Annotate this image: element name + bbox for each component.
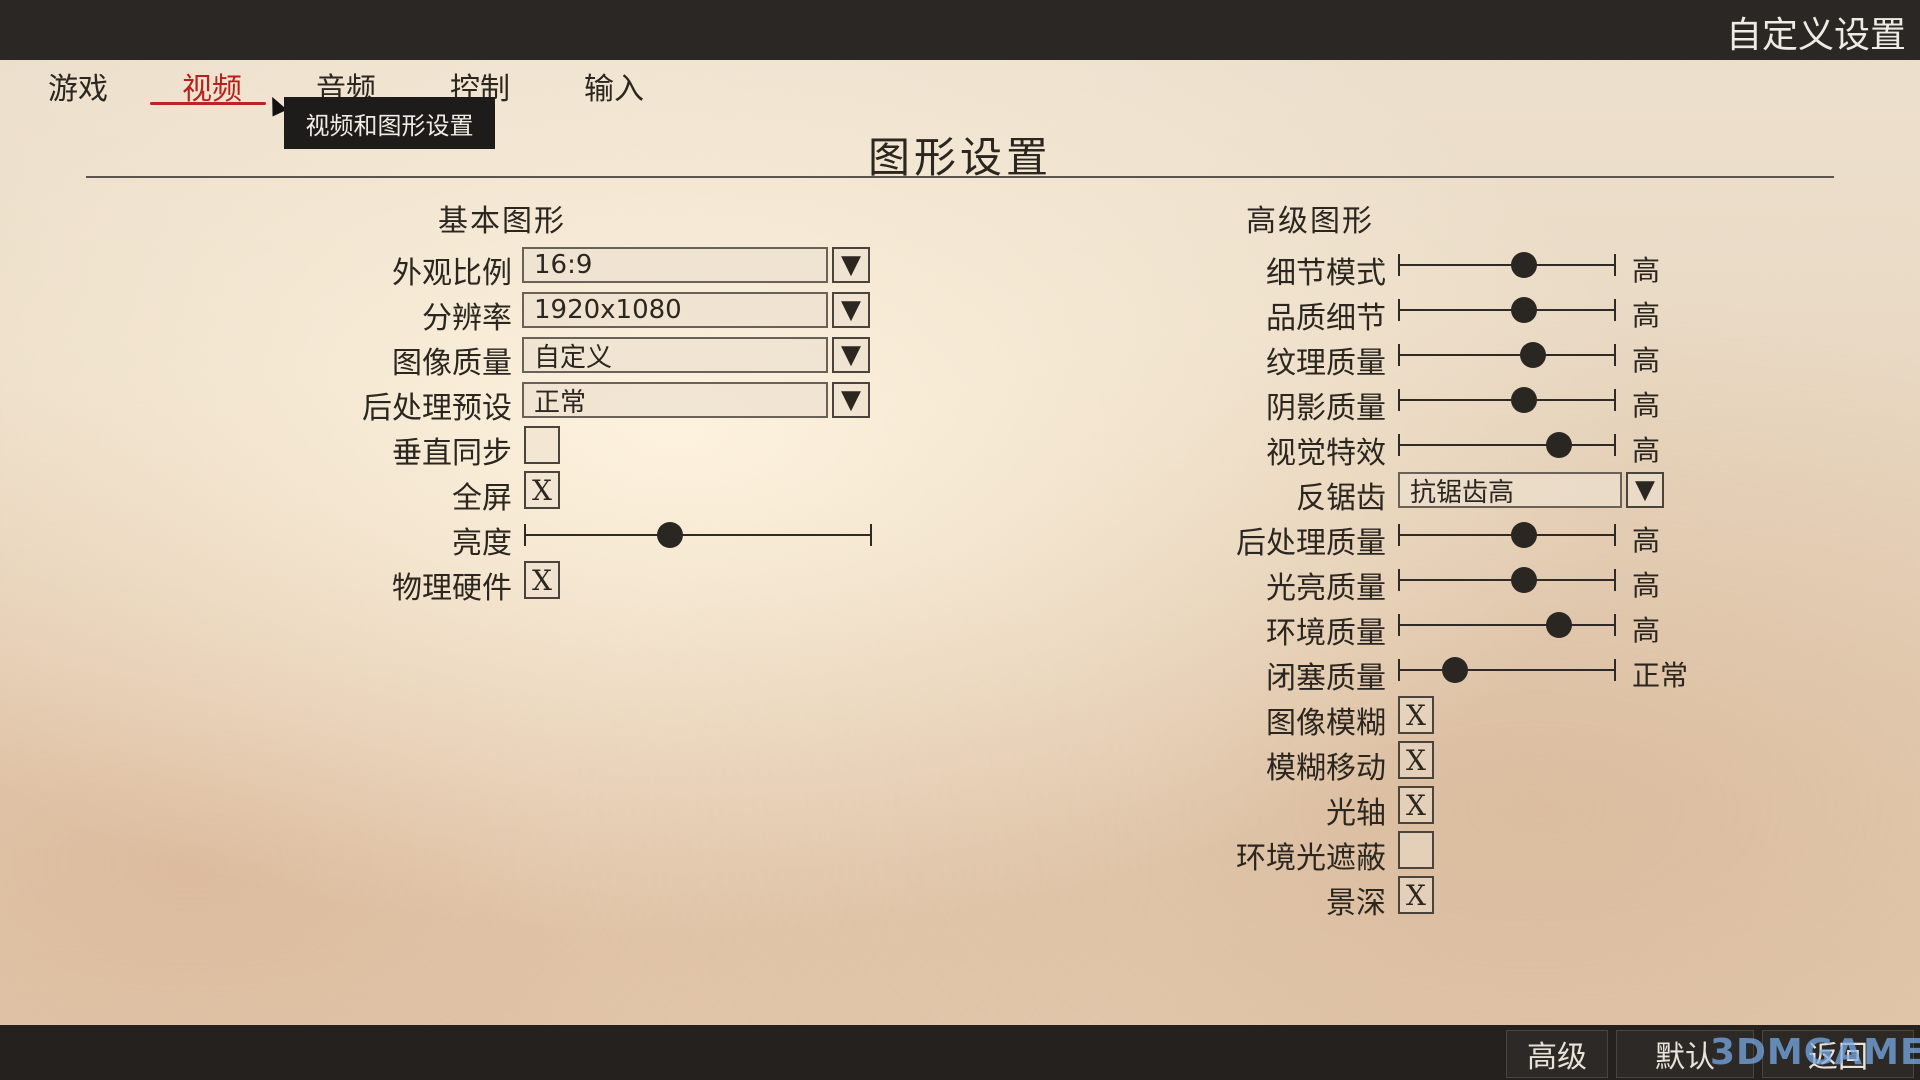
physics-hardware-label: 物理硬件 xyxy=(392,571,512,606)
postprocess-quality-slider[interactable] xyxy=(1398,522,1616,548)
brightness-label: 亮度 xyxy=(452,526,512,561)
depth-of-field-checkbox[interactable]: X xyxy=(1398,876,1434,914)
quality-detail-value: 高 xyxy=(1632,299,1661,332)
aspect-label: 外观比例 xyxy=(392,256,512,291)
resolution-label: 分辨率 xyxy=(422,301,512,336)
aspect-value: 16:9 xyxy=(522,247,828,283)
postprocess-preset-label: 后处理预设 xyxy=(362,391,512,426)
shadow-quality-slider[interactable] xyxy=(1398,387,1616,413)
slider-knob[interactable] xyxy=(1511,387,1538,413)
advanced-button[interactable]: 高级 xyxy=(1506,1030,1608,1078)
image-blur-label: 图像模糊 xyxy=(1266,706,1386,741)
ambient-occlusion-label: 环境光遮蔽 xyxy=(1236,841,1386,876)
postprocess-quality-label: 后处理质量 xyxy=(1236,526,1386,561)
quality-detail-label: 品质细节 xyxy=(1266,301,1386,336)
lighting-quality-value: 高 xyxy=(1632,569,1661,602)
light-shafts-label: 光轴 xyxy=(1326,796,1386,831)
environment-quality-slider[interactable] xyxy=(1398,612,1616,638)
detail-mode-slider[interactable] xyxy=(1398,252,1616,278)
slider-knob[interactable] xyxy=(1546,612,1573,638)
brightness-slider[interactable] xyxy=(524,522,872,548)
texture-quality-label: 纹理质量 xyxy=(1266,346,1386,381)
antialias-value: 抗锯齿高 xyxy=(1398,472,1622,508)
motion-blur-checkbox[interactable]: X xyxy=(1398,741,1434,779)
postprocess-preset-dropdown[interactable]: 正常 ▼ xyxy=(522,382,870,418)
detail-mode-value: 高 xyxy=(1632,254,1661,287)
slider-knob[interactable] xyxy=(657,522,684,548)
slider-knob[interactable] xyxy=(1511,297,1538,323)
top-bar: 自定义设置 xyxy=(0,0,1920,60)
chevron-down-icon[interactable]: ▼ xyxy=(832,382,870,418)
antialias-label: 反锯齿 xyxy=(1296,481,1386,516)
slider-knob[interactable] xyxy=(1546,432,1573,458)
occlusion-quality-slider[interactable] xyxy=(1398,657,1616,683)
lighting-quality-label: 光亮质量 xyxy=(1266,571,1386,606)
slider-knob[interactable] xyxy=(1511,522,1538,548)
slider-knob[interactable] xyxy=(1511,567,1538,593)
occlusion-quality-value: 正常 xyxy=(1632,659,1689,692)
environment-quality-value: 高 xyxy=(1632,614,1661,647)
screen-title: 自定义设置 xyxy=(1725,15,1906,56)
tab-game[interactable]: 游戏 xyxy=(48,64,108,108)
aspect-dropdown[interactable]: 16:9 ▼ xyxy=(522,247,870,283)
chevron-down-icon[interactable]: ▼ xyxy=(832,247,870,283)
physics-hardware-checkbox[interactable]: X xyxy=(524,561,560,599)
quality-detail-slider[interactable] xyxy=(1398,297,1616,323)
image-blur-checkbox[interactable]: X xyxy=(1398,696,1434,734)
motion-blur-label: 模糊移动 xyxy=(1266,751,1386,786)
visual-effects-value: 高 xyxy=(1632,434,1661,467)
fullscreen-label: 全屏 xyxy=(452,481,512,516)
occlusion-quality-label: 闭塞质量 xyxy=(1266,661,1386,696)
image-quality-value: 自定义 xyxy=(522,337,828,373)
resolution-dropdown[interactable]: 1920x1080 ▼ xyxy=(522,292,870,328)
environment-quality-label: 环境质量 xyxy=(1266,616,1386,651)
watermark-logo: 3DMGAME xyxy=(1710,1032,1920,1073)
light-shafts-checkbox[interactable]: X xyxy=(1398,786,1434,824)
ambient-occlusion-checkbox[interactable] xyxy=(1398,831,1434,869)
antialias-dropdown[interactable]: 抗锯齿高 ▼ xyxy=(1398,472,1664,508)
lighting-quality-slider[interactable] xyxy=(1398,567,1616,593)
chevron-down-icon[interactable]: ▼ xyxy=(832,292,870,328)
postprocess-preset-value: 正常 xyxy=(522,382,828,418)
shadow-quality-label: 阴影质量 xyxy=(1266,391,1386,426)
texture-quality-value: 高 xyxy=(1632,344,1661,377)
depth-of-field-label: 景深 xyxy=(1326,886,1386,921)
advanced-graphics-title: 高级图形 xyxy=(1246,204,1374,239)
tab-input[interactable]: 输入 xyxy=(584,64,644,108)
slider-knob[interactable] xyxy=(1511,252,1538,278)
postprocess-quality-value: 高 xyxy=(1632,524,1661,557)
visual-effects-label: 视觉特效 xyxy=(1266,436,1386,471)
shadow-quality-value: 高 xyxy=(1632,389,1661,422)
chevron-down-icon[interactable]: ▼ xyxy=(832,337,870,373)
image-quality-dropdown[interactable]: 自定义 ▼ xyxy=(522,337,870,373)
vsync-checkbox[interactable] xyxy=(524,426,560,464)
visual-effects-slider[interactable] xyxy=(1398,432,1616,458)
slider-knob[interactable] xyxy=(1441,657,1468,683)
texture-quality-slider[interactable] xyxy=(1398,342,1616,368)
vsync-label: 垂直同步 xyxy=(392,436,512,471)
chevron-down-icon[interactable]: ▼ xyxy=(1626,472,1664,508)
detail-mode-label: 细节模式 xyxy=(1266,256,1386,291)
active-tab-underline xyxy=(150,102,266,105)
resolution-value: 1920x1080 xyxy=(522,292,828,328)
basic-graphics-title: 基本图形 xyxy=(438,204,566,239)
heading-divider xyxy=(86,176,1834,178)
image-quality-label: 图像质量 xyxy=(392,346,512,381)
slider-knob[interactable] xyxy=(1520,342,1547,368)
fullscreen-checkbox[interactable]: X xyxy=(524,471,560,509)
